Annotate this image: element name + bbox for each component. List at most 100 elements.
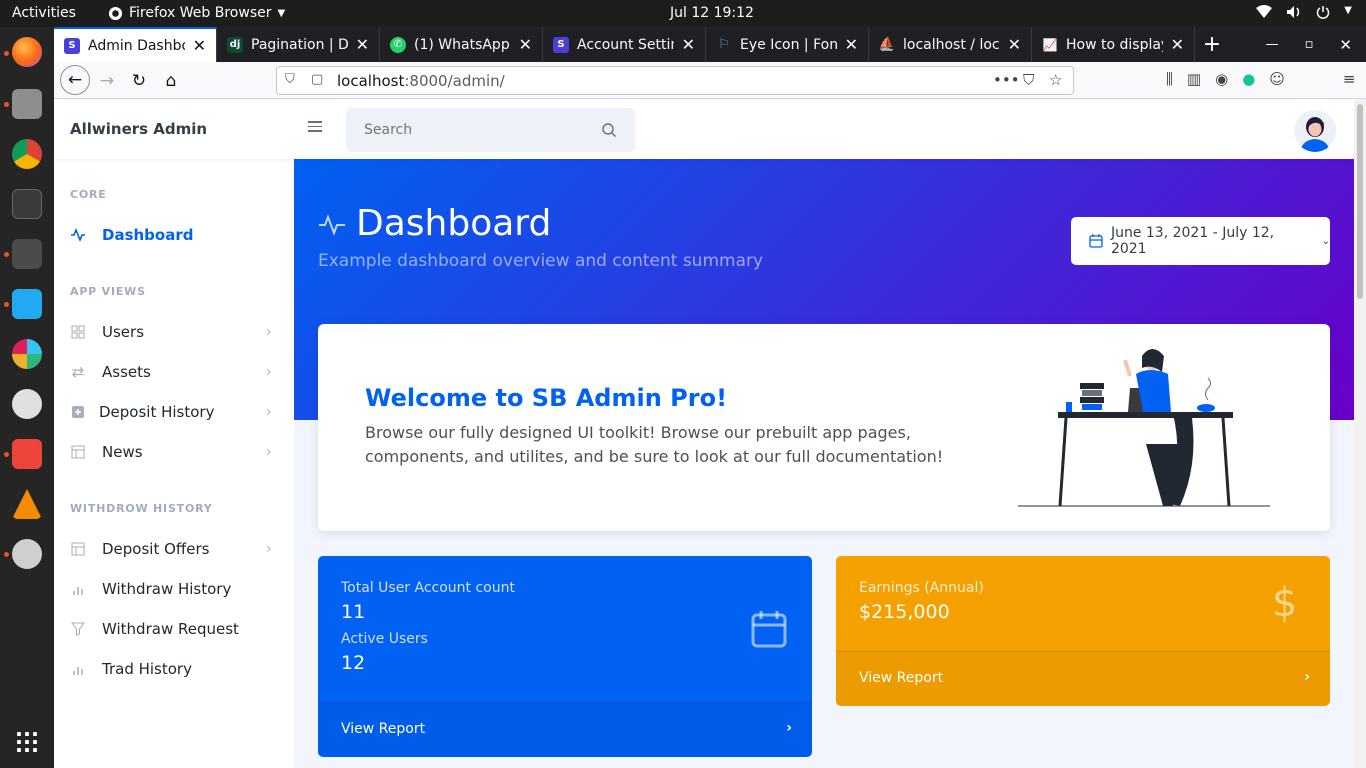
account-icon[interactable]: ◉ bbox=[1215, 70, 1228, 88]
card-footer[interactable]: View Report › bbox=[318, 702, 812, 757]
chevron-down-icon: ▼ bbox=[1344, 5, 1352, 16]
close-window-button[interactable]: ✕ bbox=[1339, 36, 1352, 54]
menu-icon[interactable]: ≡ bbox=[1343, 70, 1356, 88]
view-report-link[interactable]: View Report bbox=[859, 670, 943, 686]
browser-tab[interactable]: S Admin Dashboa ✕ bbox=[54, 27, 217, 62]
sidebar-item-users[interactable]: Users › bbox=[54, 314, 294, 350]
illustration-woman-at-desk bbox=[1018, 349, 1270, 507]
ubuntu-dock bbox=[0, 27, 54, 768]
close-icon[interactable]: ✕ bbox=[1171, 35, 1184, 54]
browser-tab[interactable]: S Account Settinc ✕ bbox=[543, 27, 706, 62]
close-icon[interactable]: ✕ bbox=[519, 35, 532, 54]
minimize-button[interactable]: — bbox=[1266, 37, 1279, 52]
slack-icon[interactable] bbox=[12, 339, 42, 369]
settings-app-icon[interactable] bbox=[12, 389, 42, 419]
firefox-icon bbox=[108, 6, 123, 20]
browser-tab[interactable]: ⛵ localhost / loca ✕ bbox=[869, 27, 1032, 62]
layout-icon bbox=[70, 444, 86, 460]
running-indicator bbox=[4, 452, 9, 457]
browser-tab-bar: S Admin Dashboa ✕ dj Pagination | Dja ✕ … bbox=[54, 27, 1366, 62]
page-actions-icon[interactable]: ••• bbox=[993, 71, 1020, 89]
back-button[interactable]: ← bbox=[60, 65, 90, 95]
tab-label: How to display bbox=[1066, 36, 1163, 53]
wifi-icon bbox=[1256, 5, 1273, 18]
home-button[interactable]: ⌂ bbox=[158, 68, 184, 94]
forward-button[interactable]: → bbox=[94, 68, 120, 94]
maximize-button[interactable]: ▫ bbox=[1305, 37, 1314, 52]
card-label: Active Users bbox=[341, 631, 428, 647]
toolbar-right: ⫼ ▥ ◉ ● ☺ ≡ bbox=[1166, 70, 1356, 88]
extension-icon[interactable]: ☺ bbox=[1269, 70, 1285, 88]
avatar[interactable] bbox=[1294, 110, 1336, 152]
app-menu[interactable]: Firefox Web Browser ▼ bbox=[108, 5, 285, 21]
search-icon[interactable] bbox=[601, 122, 617, 138]
close-icon[interactable]: ✕ bbox=[1008, 35, 1021, 54]
software-updater-icon[interactable] bbox=[12, 539, 42, 569]
bar-chart-icon bbox=[70, 661, 86, 677]
url-bar[interactable]: ⛉ ▢ localhost:8000/admin/ ••• ⛉ ☆ bbox=[276, 66, 1074, 95]
sidebar-item-withdraw-request[interactable]: Withdraw Request bbox=[54, 611, 294, 647]
sidebar-item-label: Withdraw History bbox=[102, 580, 232, 598]
page-info-icon[interactable]: ▢ bbox=[311, 72, 323, 87]
browser-tab[interactable]: 📈 How to display ✕ bbox=[1032, 27, 1195, 62]
grammarly-icon[interactable]: ● bbox=[1242, 70, 1255, 88]
sidebar: CORE Dashboard APP VIEWS Users › ⇄ Asset… bbox=[54, 159, 294, 768]
sidebar-heading: CORE bbox=[70, 188, 107, 201]
anydesk-icon[interactable] bbox=[12, 439, 42, 469]
bookmark-star-icon[interactable]: ☆ bbox=[1049, 71, 1062, 89]
new-tab-button[interactable]: + bbox=[1195, 27, 1229, 62]
sidebar-item-dashboard[interactable]: Dashboard bbox=[54, 217, 294, 253]
sidebar-item-trad-history[interactable]: Trad History bbox=[54, 651, 294, 687]
browser-tab[interactable]: ⚐ Eye Icon | Font ✕ bbox=[706, 27, 869, 62]
chevron-right-icon: › bbox=[786, 720, 792, 736]
clock[interactable]: Jul 12 19:12 bbox=[670, 5, 754, 21]
show-applications-icon[interactable] bbox=[17, 732, 37, 752]
files-icon[interactable] bbox=[12, 89, 42, 119]
view-report-link[interactable]: View Report bbox=[341, 721, 425, 737]
sidebar-item-deposit-history[interactable]: Deposit History › bbox=[54, 394, 294, 430]
chrome-icon[interactable] bbox=[12, 139, 42, 169]
terminal-icon[interactable] bbox=[12, 189, 42, 219]
brand-title[interactable]: Allwiners Admin bbox=[70, 120, 207, 138]
url-text[interactable]: localhost:8000/admin/ bbox=[337, 72, 505, 90]
running-indicator bbox=[4, 102, 9, 107]
sidebar-toggle-icon[interactable] bbox=[308, 121, 322, 132]
search-box bbox=[346, 108, 635, 152]
close-icon[interactable]: ✕ bbox=[356, 35, 369, 54]
reload-button[interactable]: ↻ bbox=[126, 68, 152, 94]
scrollbar-thumb[interactable] bbox=[1357, 104, 1363, 299]
close-icon[interactable]: ✕ bbox=[845, 35, 858, 54]
vscode-icon[interactable] bbox=[12, 289, 42, 319]
date-range-picker[interactable]: June 13, 2021 - July 12, 2021 ⌄ bbox=[1071, 217, 1330, 265]
browser-tab[interactable]: dj Pagination | Dja ✕ bbox=[217, 27, 380, 62]
activities-button[interactable]: Activities bbox=[12, 5, 76, 21]
close-icon[interactable]: ✕ bbox=[193, 36, 206, 55]
vlc-icon[interactable] bbox=[12, 489, 42, 519]
library-icon[interactable]: ⫼ bbox=[1166, 70, 1173, 88]
browser-tab[interactable]: ✆ (1) WhatsApp ✕ bbox=[380, 27, 543, 62]
close-icon[interactable]: ✕ bbox=[682, 35, 695, 54]
app-menu-label: Firefox Web Browser bbox=[129, 5, 272, 21]
sidebar-item-deposit-offers[interactable]: Deposit Offers › bbox=[54, 531, 294, 567]
sublime-text-icon[interactable] bbox=[12, 239, 42, 269]
volume-icon bbox=[1287, 6, 1300, 18]
sb-admin-icon: S bbox=[64, 37, 80, 54]
sidebar-icon[interactable]: ▥ bbox=[1187, 70, 1201, 88]
card-footer[interactable]: View Report › bbox=[836, 651, 1330, 706]
top-navbar: Allwiners Admin bbox=[54, 100, 1354, 159]
tab-label: Admin Dashboa bbox=[88, 37, 185, 54]
filter-icon bbox=[70, 621, 86, 637]
tab-label: Eye Icon | Font bbox=[740, 36, 837, 53]
sidebar-item-label: Assets bbox=[102, 363, 151, 381]
sidebar-item-news[interactable]: News › bbox=[54, 434, 294, 470]
sidebar-item-assets[interactable]: ⇄ Assets › bbox=[54, 354, 294, 390]
pocket-icon[interactable]: ⛉ bbox=[1023, 71, 1034, 89]
sidebar-item-withdraw-history[interactable]: Withdraw History bbox=[54, 571, 294, 607]
system-tray[interactable]: ▼ bbox=[1256, 5, 1352, 19]
firefox-launcher-icon[interactable] bbox=[12, 37, 42, 67]
card-value: 12 bbox=[341, 652, 366, 674]
bar-chart-icon bbox=[70, 581, 86, 597]
search-input[interactable] bbox=[346, 108, 586, 152]
tracking-protection-icon[interactable]: ⛉ bbox=[285, 72, 295, 87]
phpmyadmin-icon: ⛵ bbox=[878, 37, 896, 52]
